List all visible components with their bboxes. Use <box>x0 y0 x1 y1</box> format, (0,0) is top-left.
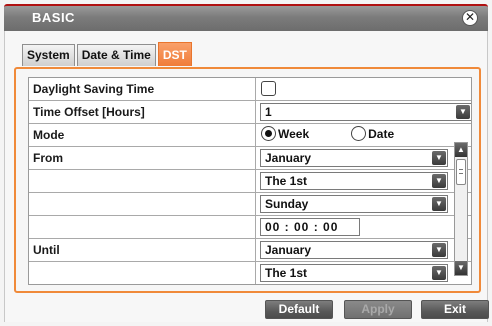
close-icon[interactable]: ✕ <box>462 10 478 26</box>
mode-radio-group: Week Date <box>261 126 436 141</box>
radio-selected-icon <box>261 126 276 141</box>
window-title: BASIC <box>32 10 75 25</box>
dst-label: Daylight Saving Time <box>29 78 256 100</box>
row-from-week: The 1st ▼ <box>29 170 471 193</box>
empty-label <box>29 170 256 192</box>
time-offset-value: 1 <box>265 105 272 119</box>
radio-unselected-icon <box>351 126 367 141</box>
mode-week-label: Week <box>278 126 310 141</box>
until-week-select[interactable]: The 1st ▼ <box>260 264 448 282</box>
time-offset-select[interactable]: 1 ▼ <box>260 103 471 121</box>
exit-button[interactable]: Exit <box>421 300 489 319</box>
chevron-down-icon: ▼ <box>432 266 446 280</box>
from-label: From <box>29 147 256 169</box>
apply-button[interactable]: Apply <box>344 300 412 319</box>
from-month-value: January <box>265 151 312 165</box>
until-month-select[interactable]: January ▼ <box>260 241 448 259</box>
vertical-scrollbar[interactable]: ▲ ▼ <box>454 142 468 276</box>
row-time-offset: Time Offset [Hours] 1 ▼ <box>29 101 471 124</box>
until-label: Until <box>29 239 256 261</box>
tab-dst[interactable]: DST <box>157 42 192 66</box>
settings-grid: Daylight Saving Time Time Offset [Hours]… <box>28 77 472 285</box>
until-week-value: The 1st <box>265 266 308 280</box>
scroll-up-icon[interactable]: ▲ <box>455 143 467 157</box>
until-month-value: January <box>265 243 312 257</box>
row-dst: Daylight Saving Time <box>29 78 471 101</box>
row-until-week: The 1st ▼ <box>29 262 471 284</box>
tab-system[interactable]: System <box>22 44 75 66</box>
row-from-day: Sunday ▼ <box>29 193 471 216</box>
empty-label <box>29 216 256 238</box>
default-button[interactable]: Default <box>265 300 333 319</box>
row-from-month: From January ▼ <box>29 147 471 170</box>
dst-settings-window: BASIC ✕ System Date & Time DST Daylight … <box>0 0 492 326</box>
chevron-down-icon: ▼ <box>432 197 446 211</box>
from-time-input[interactable]: 00 : 00 : 00 <box>260 218 360 236</box>
chevron-down-icon: ▼ <box>432 174 446 188</box>
mode-label: Mode <box>29 124 256 146</box>
scroll-thumb[interactable] <box>456 159 466 185</box>
mode-date-label: Date <box>368 126 395 141</box>
empty-label <box>29 262 256 284</box>
title-bar: BASIC ✕ <box>4 4 488 31</box>
dst-checkbox[interactable] <box>261 81 276 96</box>
chevron-down-icon: ▼ <box>432 243 446 257</box>
mode-date-radio[interactable]: Date <box>351 126 394 141</box>
dst-panel: Daylight Saving Time Time Offset [Hours]… <box>14 67 481 293</box>
from-month-select[interactable]: January ▼ <box>260 149 448 167</box>
scroll-down-icon[interactable]: ▼ <box>455 261 467 275</box>
from-day-value: Sunday <box>265 197 309 211</box>
row-until-month: Until January ▼ <box>29 239 471 262</box>
from-week-value: The 1st <box>265 174 308 188</box>
time-offset-label: Time Offset [Hours] <box>29 101 256 123</box>
row-from-time: 00 : 00 : 00 <box>29 216 471 239</box>
mode-week-radio[interactable]: Week <box>261 126 309 141</box>
tab-date-time[interactable]: Date & Time <box>76 44 156 66</box>
from-week-select[interactable]: The 1st ▼ <box>260 172 448 190</box>
chevron-down-icon: ▼ <box>432 151 446 165</box>
from-day-select[interactable]: Sunday ▼ <box>260 195 448 213</box>
chevron-down-icon: ▼ <box>456 105 470 119</box>
tab-bar: System Date & Time DST <box>22 42 192 68</box>
empty-label <box>29 193 256 215</box>
row-mode: Mode Week Date <box>29 124 471 147</box>
